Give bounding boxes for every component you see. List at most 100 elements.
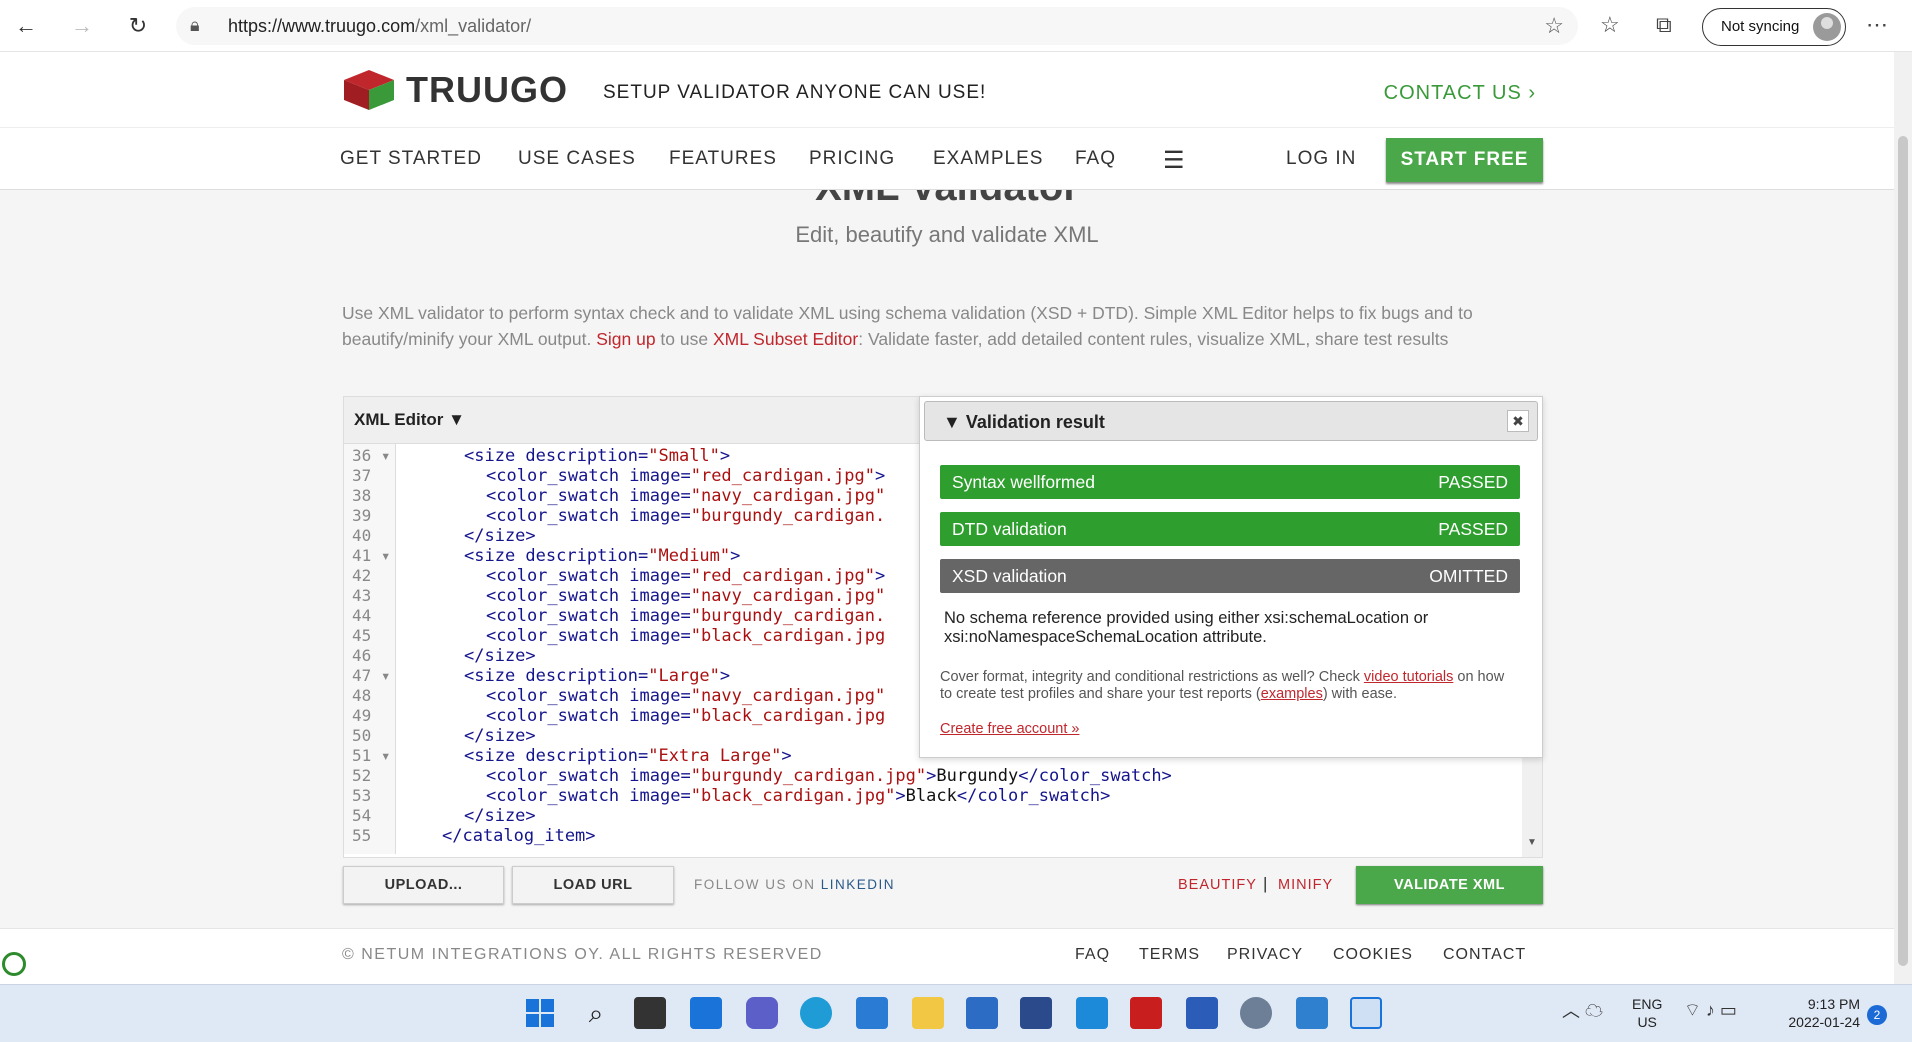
line-number: 42 (352, 566, 372, 585)
browser-toolbar: ← → ↻ 🔒︎ https://www.truugo.com/xml_vali… (0, 0, 1912, 52)
code-line: <color_swatch image="black_cardigan.jpg (486, 626, 886, 646)
add-favorite-icon[interactable]: ☆ (1544, 13, 1564, 39)
word-icon[interactable] (1186, 997, 1218, 1029)
store-icon[interactable] (966, 997, 998, 1029)
site-header: TRUUGO SETUP VALIDATOR ANYONE CAN USE! C… (0, 52, 1894, 128)
teams-icon[interactable] (746, 997, 778, 1029)
upload-button[interactable]: UPLOAD... (343, 866, 504, 904)
search-icon[interactable]: ⌕ (580, 997, 612, 1029)
code-line: </size> (464, 526, 536, 546)
line-number: 50 (352, 726, 372, 745)
task-view-icon[interactable] (634, 997, 666, 1029)
examples-link[interactable]: examples (1261, 686, 1323, 702)
line-number[interactable]: 36 ▾ (352, 446, 392, 466)
nav-faq[interactable]: FAQ (1075, 148, 1116, 170)
editor-title-dropdown[interactable]: XML Editor ▼ (354, 410, 465, 430)
footer-faq-link[interactable]: FAQ (1075, 946, 1110, 964)
language-indicator[interactable]: ENG US (1632, 995, 1662, 1031)
close-icon[interactable]: ✖ (1507, 410, 1529, 432)
back-icon[interactable]: ← (10, 10, 42, 42)
scroll-down-icon[interactable]: ▼ (1527, 837, 1537, 848)
minify-link[interactable]: MINIFY (1278, 877, 1333, 893)
collections-icon[interactable]: ⧉ (1656, 12, 1672, 38)
validate-xml-button[interactable]: VALIDATE XML (1356, 866, 1543, 904)
code-line: <size description="Extra Large"> (464, 746, 792, 766)
app-icon[interactable] (1076, 997, 1108, 1029)
subset-editor-link[interactable]: XML Subset Editor (713, 329, 858, 349)
cloud-icon[interactable]: ☁ (1585, 1001, 1603, 1021)
footer-contact-link[interactable]: CONTACT (1443, 946, 1526, 964)
line-number: 45 (352, 626, 372, 645)
url-text: https://www.truugo.com/xml_validator/ (228, 16, 532, 36)
validation-tip: Cover format, integrity and conditional … (940, 669, 1505, 702)
nav-pricing[interactable]: PRICING (809, 148, 895, 170)
nav-examples[interactable]: EXAMPLES (933, 148, 1043, 170)
validation-title[interactable]: ▼ Validation result (943, 412, 1105, 433)
code-line: <color_swatch image="black_cardigan.jpg"… (486, 786, 1111, 806)
line-number: 49 (352, 706, 372, 725)
footer-privacy-link[interactable]: PRIVACY (1227, 946, 1303, 964)
code-line: <color_swatch image="red_cardigan.jpg"> (486, 466, 886, 486)
code-line: </catalog_item> (442, 826, 596, 846)
snipping-tool-icon[interactable] (1350, 997, 1382, 1029)
edge-icon[interactable] (800, 997, 832, 1029)
video-tutorials-link[interactable]: video tutorials (1364, 669, 1453, 685)
status-badge: OMITTED (1429, 566, 1508, 586)
line-number[interactable]: 41 ▾ (352, 546, 392, 566)
page-scrollbar[interactable] (1894, 52, 1912, 984)
line-number: 43 (352, 586, 372, 605)
mcafee-icon[interactable] (1130, 997, 1162, 1029)
line-number: 46 (352, 646, 372, 665)
profile-button[interactable]: Not syncing (1702, 8, 1846, 46)
wifi-icon[interactable]: ⌔ ♪ ▭ (1684, 999, 1737, 1022)
code-line: </size> (464, 646, 536, 666)
nav-get-started[interactable]: GET STARTED (340, 148, 482, 170)
create-account-link[interactable]: Create free account » (940, 721, 1079, 737)
system-tray[interactable]: ︿ ☁ (1562, 997, 1603, 1023)
line-number: 53 (352, 786, 372, 805)
notepad-icon[interactable] (1296, 997, 1328, 1029)
file-explorer-icon[interactable] (912, 997, 944, 1029)
contact-us-link[interactable]: CONTACT US › (1384, 82, 1536, 105)
nav-features[interactable]: FEATURES (669, 148, 777, 170)
line-number: 44 (352, 606, 372, 625)
code-line: </size> (464, 726, 536, 746)
signup-link[interactable]: Sign up (596, 329, 655, 349)
start-icon[interactable] (524, 997, 556, 1029)
start-free-button[interactable]: START FREE (1386, 138, 1543, 182)
dell-icon[interactable] (1020, 997, 1052, 1029)
chevron-up-icon[interactable]: ︿ (1562, 1001, 1580, 1021)
code-line: <color_swatch image="navy_cardigan.jpg" (486, 486, 886, 506)
forward-icon[interactable]: → (66, 10, 98, 42)
footer-cookies-link[interactable]: COOKIES (1333, 946, 1413, 964)
settings-icon[interactable] (1240, 997, 1272, 1029)
hamburger-menu-icon[interactable]: ☰ (1163, 146, 1185, 175)
line-gutter: 36 ▾ 37 38 39 40 41 ▾ 42 43 44 45 46 47 … (344, 444, 396, 854)
line-number[interactable]: 47 ▾ (352, 666, 392, 686)
code-line: <color_swatch image="burgundy_cardigan. (486, 606, 886, 626)
address-bar[interactable]: 🔒︎ https://www.truugo.com/xml_validator/… (176, 7, 1578, 45)
linkedin-link[interactable]: LINKEDIN (821, 877, 895, 892)
favorites-icon[interactable]: ☆ (1600, 12, 1620, 38)
widgets-icon[interactable] (690, 997, 722, 1029)
validation-header: ▼ Validation result ✖ (924, 401, 1538, 441)
lock-icon: 🔒︎ (190, 15, 200, 35)
taskbar: ⌕ ︿ ☁ ENG US ⌔ ♪ ▭ 9:13 PM 2022-01-24 2 (0, 984, 1912, 1042)
beautify-link[interactable]: BEAUTIFY (1178, 877, 1257, 893)
page-scroll-thumb[interactable] (1898, 136, 1908, 966)
clock[interactable]: 9:13 PM 2022-01-24 (1780, 995, 1860, 1031)
login-link[interactable]: LOG IN (1286, 148, 1356, 170)
line-number: 38 (352, 486, 372, 505)
nav-use-cases[interactable]: USE CASES (518, 148, 636, 170)
page-subtitle: Edit, beautify and validate XML (795, 222, 1099, 247)
settings-widget-icon[interactable] (2, 952, 26, 976)
refresh-icon[interactable]: ↻ (122, 10, 154, 42)
notification-badge[interactable]: 2 (1867, 1005, 1887, 1025)
footer-terms-link[interactable]: TERMS (1139, 946, 1200, 964)
more-menu-icon[interactable]: ⋯ (1866, 12, 1888, 38)
vscode-icon[interactable] (856, 997, 888, 1029)
load-url-button[interactable]: LOAD URL (512, 866, 674, 904)
logo[interactable]: TRUUGO (340, 68, 568, 112)
syntax-result-row: Syntax wellformed PASSED (940, 465, 1520, 499)
line-number[interactable]: 51 ▾ (352, 746, 392, 766)
